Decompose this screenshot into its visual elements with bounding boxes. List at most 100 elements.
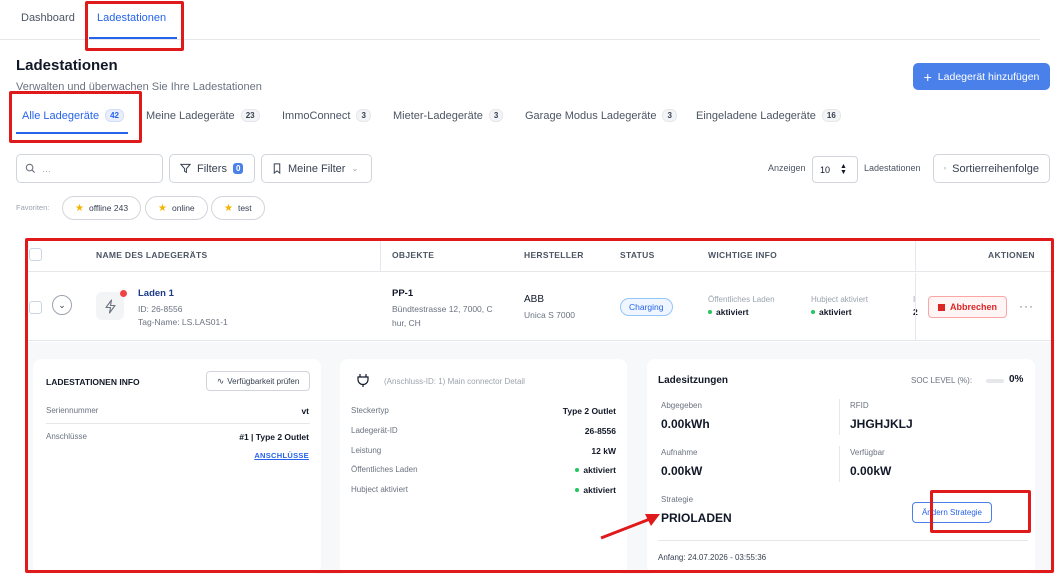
- delivered-label: Abgegeben: [661, 401, 702, 410]
- status-badge: Charging: [620, 298, 673, 316]
- favorite-chip-label: test: [237, 203, 252, 213]
- search-placeholder: …: [42, 163, 51, 174]
- add-charger-button[interactable]: + Ladegerät hinzufügen: [913, 63, 1050, 90]
- info-value-text: aktiviert: [819, 307, 852, 317]
- filters-label: Filters: [197, 162, 227, 175]
- connections-link[interactable]: ANSCHLÜSSE: [254, 451, 309, 460]
- filter-tab-immoconnect[interactable]: ImmoConnect 3: [282, 109, 371, 122]
- filter-tab-garage[interactable]: Garage Modus Ladegeräte 3: [525, 109, 677, 122]
- filter-tab-label: Garage Modus Ladegeräte: [525, 109, 657, 122]
- filter-tab-eingeladene[interactable]: Eingeladene Ladegeräte 16: [696, 109, 841, 122]
- divider: [839, 399, 840, 435]
- column-divider: [915, 273, 916, 341]
- sort-icon: [944, 167, 947, 170]
- info-hubject-label: Hubject aktiviert: [811, 295, 868, 304]
- star-icon: ★: [224, 202, 233, 214]
- divider: [839, 446, 840, 482]
- count-badge: 23: [240, 109, 260, 122]
- filter-tab-label: ImmoConnect: [282, 109, 351, 122]
- lightning-icon: [96, 292, 124, 320]
- divider: [658, 540, 1028, 541]
- row-checkbox[interactable]: [29, 301, 42, 314]
- count-badge: 42: [105, 109, 124, 122]
- manufacturer-model: Unica S 7000: [524, 310, 576, 320]
- active-dot-icon: [811, 310, 815, 314]
- filter-tab-label: Alle Ladegeräte: [22, 109, 100, 122]
- info-hubject-value: aktiviert: [811, 307, 852, 317]
- filter-tab-mieter[interactable]: Mieter-Ladegeräte 3: [393, 109, 504, 122]
- count-badge: 3: [356, 109, 371, 122]
- sort-order-button[interactable]: Sortierreihenfolge: [933, 154, 1050, 183]
- tab-ladestationen[interactable]: Ladestationen: [97, 12, 166, 24]
- info-value-text: aktiviert: [716, 307, 749, 317]
- connector-row-value: 26-8556: [584, 426, 616, 436]
- connector-row-label: Öffentliches Laden: [351, 465, 418, 474]
- connector-row-label: Hubject aktiviert: [351, 485, 408, 494]
- my-filter-label: Meine Filter: [288, 162, 346, 175]
- favorite-chip[interactable]: ★ online: [145, 196, 208, 220]
- change-strategy-button[interactable]: Ändern Strategie: [912, 502, 992, 523]
- table-header: NAME DES LADEGERÄTS OBJEKTE HERSTELLER S…: [27, 238, 1055, 272]
- available-label: Verfügbar: [850, 448, 885, 457]
- charger-tag: Tag-Name: LS.LAS01-1: [138, 317, 228, 327]
- filters-button[interactable]: Filters 0: [169, 154, 255, 183]
- favorite-chip[interactable]: ★ offline 243: [62, 196, 142, 220]
- page-title: Ladestationen: [16, 57, 118, 74]
- table-row[interactable]: ⌄ Laden 1 ID: 26-8556 Tag-Name: LS.LAS01…: [27, 273, 1055, 341]
- rfid-label: RFID: [850, 401, 869, 410]
- favorite-chip-label: online: [171, 203, 195, 213]
- offline-indicator: [120, 290, 127, 297]
- delivered-value: 0.00kWh: [661, 417, 710, 431]
- star-icon: ★: [75, 202, 84, 214]
- charger-name-link[interactable]: Laden 1: [138, 288, 174, 299]
- serial-value: vt: [301, 406, 309, 416]
- col-header-manufacturer[interactable]: HERSTELLER: [524, 250, 584, 260]
- pulse-icon: ∿: [216, 375, 225, 386]
- more-actions-icon[interactable]: ···: [1019, 299, 1034, 313]
- top-navigation: Dashboard Ladestationen: [0, 0, 1040, 40]
- favorite-chip[interactable]: ★ test: [211, 196, 265, 220]
- object-address-line-1: Bündtestrasse 12, 7000, C: [392, 304, 493, 314]
- col-header-name[interactable]: NAME DES LADEGERÄTS: [96, 250, 208, 260]
- row-expanded-details: LADESTATIONEN INFO ∿ Verfügbarkeit prüfe…: [27, 342, 1055, 574]
- col-header-status[interactable]: STATUS: [620, 250, 655, 260]
- strategy-label: Strategie: [661, 495, 694, 504]
- annotation-arrow-icon: [600, 514, 660, 540]
- connector-value-text: aktiviert: [583, 485, 616, 495]
- strategy-value: PRIOLADEN: [661, 511, 732, 525]
- session-start-time: Anfang: 24.07.2026 - 03:55:36: [658, 553, 767, 562]
- column-divider: [915, 238, 916, 272]
- count-badge: 3: [488, 109, 504, 122]
- charging-session-card: Ladesitzungen SOC LEVEL (%): 0% Abgegebe…: [647, 359, 1035, 574]
- filter-tab-alle[interactable]: Alle Ladegeräte 42: [22, 109, 124, 122]
- filter-tab-label: Meine Ladegeräte: [146, 109, 235, 122]
- filters-count-badge: 0: [232, 163, 244, 174]
- cancel-charging-button[interactable]: Abbrechen: [928, 296, 1007, 318]
- manufacturer-name: ABB: [524, 294, 545, 305]
- count-badge: 3: [662, 109, 677, 122]
- search-input[interactable]: …: [16, 154, 163, 183]
- col-header-objects[interactable]: OBJEKTE: [392, 250, 434, 260]
- soc-progress-bar: [986, 379, 1004, 383]
- active-dot-icon: [708, 310, 712, 314]
- filter-tab-meine[interactable]: Meine Ladegeräte 23: [146, 109, 260, 122]
- rfid-value: JHGHJKLJ: [850, 417, 913, 431]
- check-availability-button[interactable]: ∿ Verfügbarkeit prüfen: [206, 371, 310, 391]
- intake-label: Aufnahme: [661, 448, 698, 457]
- connector-detail-title: (Anschluss-ID: 1) Main connector Detail: [384, 377, 525, 386]
- info-public-charging-label: Öffentliches Laden: [708, 295, 775, 304]
- stop-icon: [937, 303, 945, 311]
- page-size-select[interactable]: 10 ▲ ▼: [812, 156, 858, 183]
- expand-row-button[interactable]: ⌄: [52, 295, 72, 315]
- connector-row-label: Leistung: [351, 446, 382, 455]
- select-all-checkbox[interactable]: [29, 248, 42, 261]
- tab-dashboard[interactable]: Dashboard: [21, 12, 75, 24]
- connector-row-value: aktiviert: [575, 485, 616, 495]
- my-filter-dropdown[interactable]: Meine Filter ⌄: [261, 154, 372, 183]
- connector-row-label: Steckertyp: [351, 406, 389, 415]
- filter-tab-label: Mieter-Ladegeräte: [393, 109, 483, 122]
- active-dot-icon: [575, 488, 580, 492]
- soc-value: 0%: [1009, 374, 1024, 385]
- plus-icon: +: [923, 68, 932, 85]
- info-public-charging-value: aktiviert: [708, 307, 749, 317]
